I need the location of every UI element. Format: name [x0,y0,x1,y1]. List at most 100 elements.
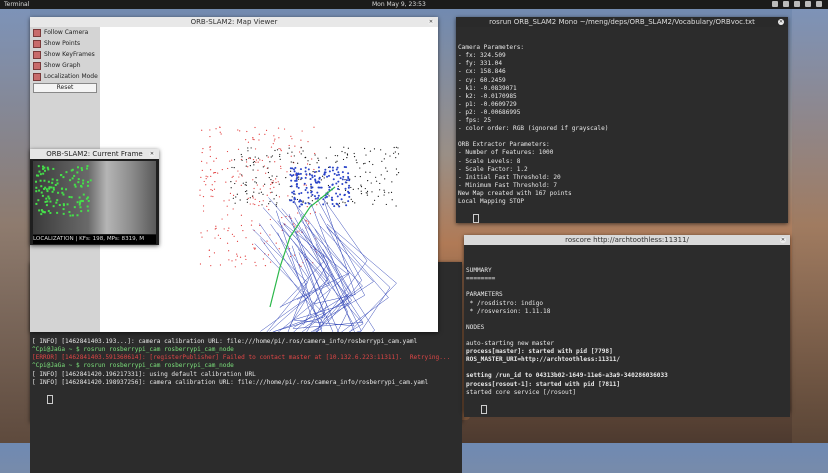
map-point [390,191,393,193]
reset-button[interactable]: Reset [33,83,97,93]
option-checkbox[interactable]: Show Points [30,38,100,49]
map-point [239,173,241,175]
feature-point [39,179,42,182]
orb-slam-mono-terminal-window[interactable]: rosrun ORB_SLAM2 Mono ~/meng/deps/ORB_SL… [456,17,788,223]
map-point [314,197,317,200]
terminal-line: [ INFO] [1462841403.193...]: camera cali… [32,338,418,346]
terminal-output[interactable]: Camera Parameters: - fx: 324.509- fy: 331… [456,27,788,223]
map-point [208,249,210,251]
map-point [202,205,205,207]
map-point [245,161,248,163]
current-frame-window[interactable]: ORB-SLAM2: Current Frame ✕ LOCALIZATION … [30,149,159,245]
terminal-titlebar[interactable]: roscore http://archtoothless:11311/ ✕ [464,235,790,245]
map-point [247,166,249,168]
map-point [258,200,261,203]
clock[interactable]: Mon May 9, 23:53 [372,0,426,9]
map-point [237,170,239,172]
terminal-line: * /rosversion: 1.11.18 [466,307,551,315]
bluetooth-icon[interactable] [783,1,789,7]
map-point [292,190,295,193]
terminal-line: SUMMARY [466,267,492,275]
option-checkbox[interactable]: Show KeyFrames [30,49,100,60]
power-icon[interactable] [816,1,822,7]
feature-point [43,169,46,172]
map-point [312,170,314,173]
map-point [304,202,307,205]
roscore-terminal-window[interactable]: roscore http://archtoothless:11311/ ✕ SU… [464,235,790,417]
map-point [236,240,239,242]
map-point [391,199,393,201]
map-point [346,157,348,159]
map-point [311,174,314,177]
map-point [306,205,308,208]
map-point [383,158,385,160]
checkbox-icon[interactable] [33,72,41,81]
feature-point [50,186,53,189]
checkbox-icon[interactable] [33,39,41,48]
map-point [241,159,243,161]
map-point [207,176,209,178]
map-point [208,256,211,258]
feature-point [80,184,83,187]
close-icon[interactable]: ✕ [778,19,784,25]
close-icon[interactable]: ✕ [149,151,155,157]
map-point [210,189,212,191]
active-app-label[interactable]: Terminal [4,0,29,9]
terminal-line: - Minimum Fast Threshold: 7 [458,181,558,189]
map-point [257,161,259,163]
close-icon[interactable]: ✕ [780,237,786,243]
current-frame-titlebar[interactable]: ORB-SLAM2: Current Frame ✕ [30,149,159,159]
option-label: Show Points [44,40,81,47]
terminal-line: [ INFO] [1462841420.198937256]: camera c… [32,378,429,386]
battery-icon[interactable] [805,1,811,7]
map-point [258,192,260,194]
map-point [226,242,229,244]
feature-point [49,200,52,203]
map-point [255,159,258,161]
map-point [219,237,222,240]
map-point [297,162,299,164]
map-point [234,266,236,268]
map-point [305,173,308,176]
map-point [292,192,295,195]
map-viewer-titlebar[interactable]: ORB-SLAM2: Map Viewer ✕ [30,17,438,27]
map-point [344,187,347,190]
map-point [371,191,373,193]
map-point [318,186,321,189]
map-point [252,197,254,199]
window-title: ORB-SLAM2: Map Viewer [190,18,278,26]
network-icon[interactable] [772,1,778,7]
map-point [249,203,251,205]
map-point [254,156,256,158]
feature-point [79,206,82,209]
keyframe-trajectory [252,229,308,332]
map-point [228,227,230,229]
map-point [379,182,381,185]
terminal-output[interactable]: SUMMARY ======== PARAMETERS * /rosdistro:… [464,245,790,417]
map-point [209,129,211,131]
map-point [249,197,251,199]
option-checkbox[interactable]: Show Graph [30,60,100,71]
map-point [206,230,208,232]
map-point [373,148,376,150]
map-point [234,202,236,204]
volume-icon[interactable] [794,1,800,7]
checkbox-icon[interactable] [33,61,41,70]
map-point [275,242,277,244]
checkbox-icon[interactable] [33,50,41,59]
close-icon[interactable]: ✕ [428,19,434,25]
map-point [347,175,350,178]
map-point [356,162,358,164]
system-tray [772,1,822,7]
map-point [267,171,270,174]
map-point [215,157,217,159]
feature-point [77,181,80,184]
terminal-titlebar[interactable]: rosrun ORB_SLAM2 Mono ~/meng/deps/ORB_SL… [456,17,788,27]
feature-point [70,196,73,199]
option-checkbox[interactable]: Follow Camera [30,27,100,38]
map-point [273,198,275,200]
map-point [212,172,215,174]
map-point [368,161,371,163]
option-checkbox[interactable]: Localization Mode [30,71,100,82]
checkbox-icon[interactable] [33,28,41,37]
